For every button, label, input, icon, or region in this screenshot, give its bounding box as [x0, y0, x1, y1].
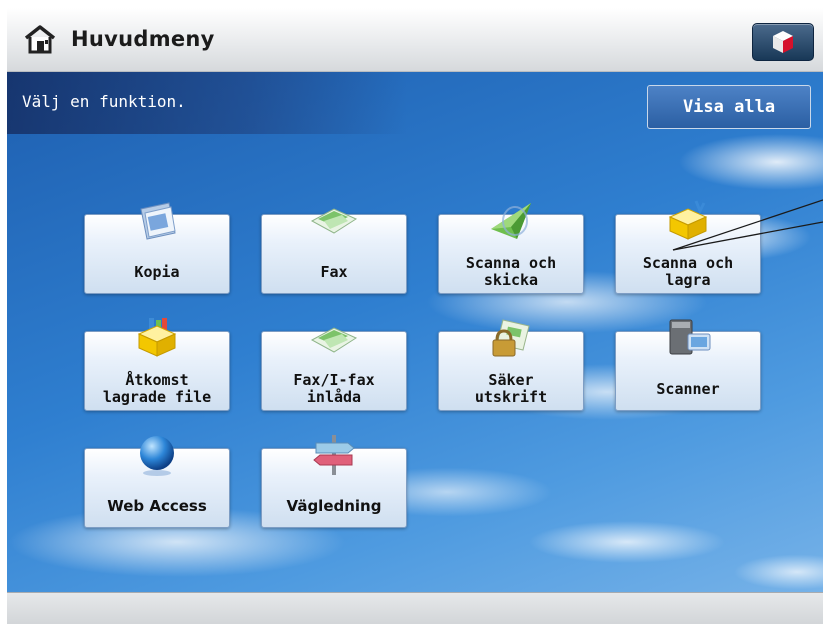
main-menu-screen: Huvudmeny Välj en funktion. Visa alla Ko	[7, 8, 823, 624]
callout-lines	[672, 199, 823, 251]
